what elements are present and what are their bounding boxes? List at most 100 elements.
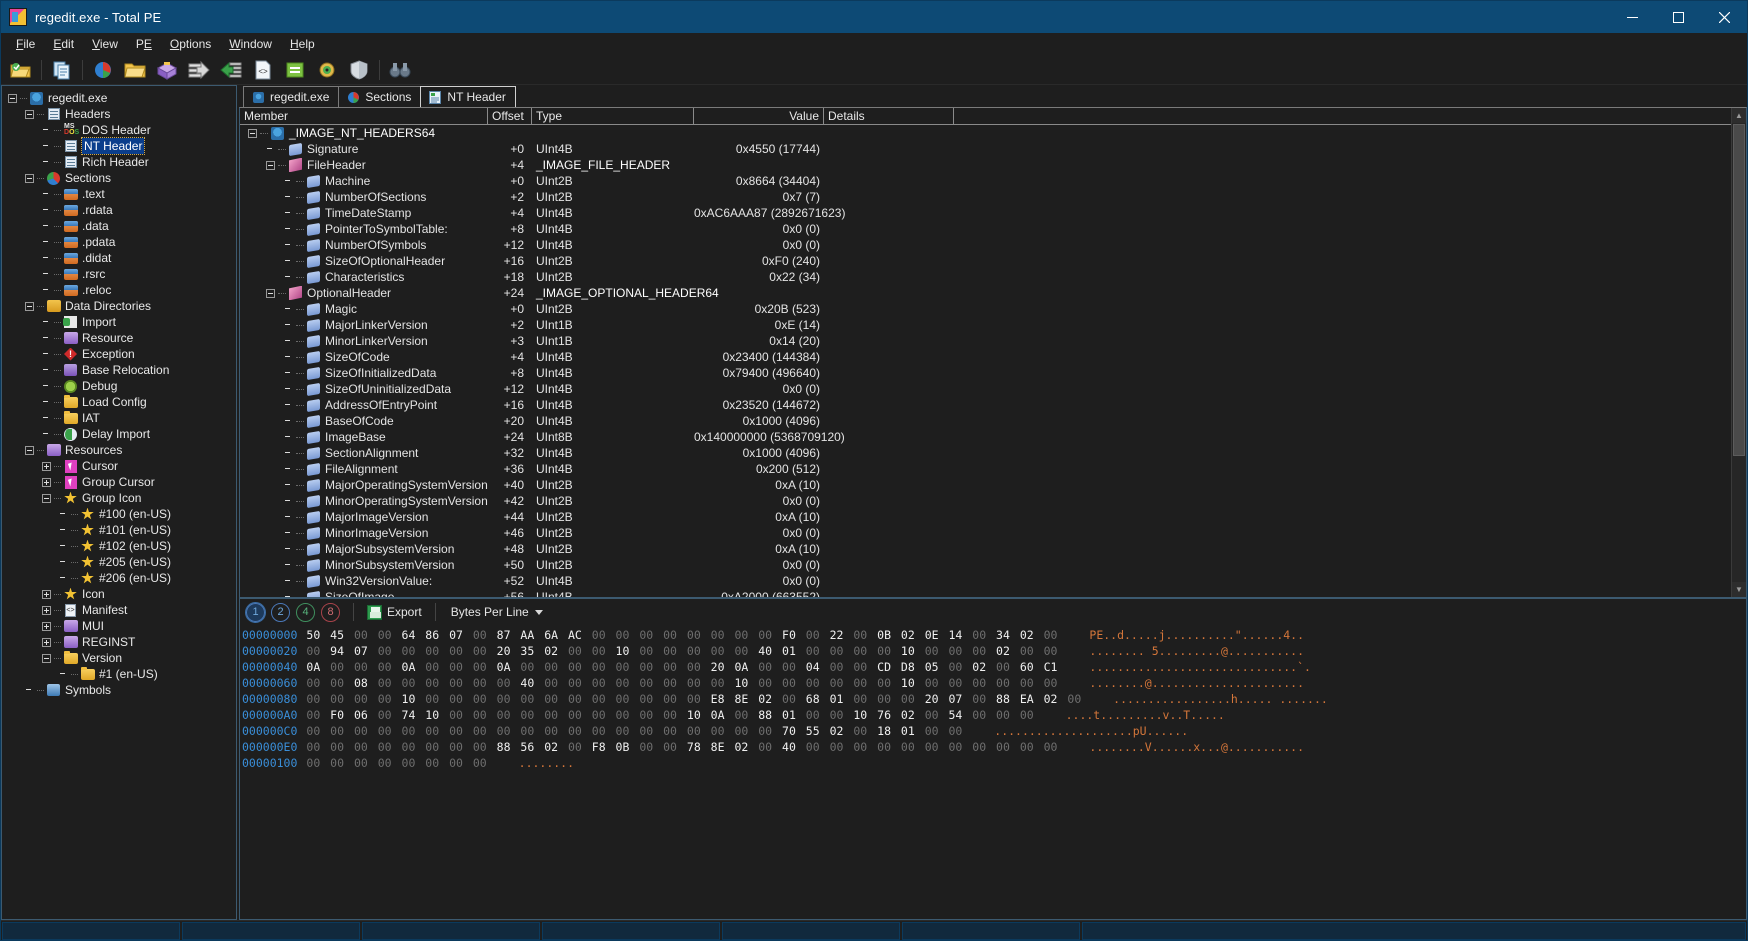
table-row[interactable]: SizeOfCode +4 UInt4B 0x23400 (144384) — [240, 349, 1746, 365]
tree-item[interactable]: .reloc — [8, 282, 236, 298]
table-row[interactable]: AddressOfEntryPoint +16 UInt4B 0x23520 (144… — [240, 397, 1746, 413]
code-file-icon[interactable]: <> — [250, 57, 276, 83]
bytes-group-4-button[interactable]: 4 — [296, 602, 315, 622]
tree-collapse-icon[interactable] — [25, 301, 34, 311]
tab-sections[interactable]: Sections — [338, 86, 422, 107]
import-arrow-icon[interactable] — [218, 57, 244, 83]
table-row[interactable]: MinorOperatingSystemVersion +42 UInt2B 0x0 … — [240, 493, 1746, 509]
column-header-offset[interactable]: Offset — [488, 108, 532, 124]
tree-item[interactable]: Headers — [8, 106, 236, 122]
table-row[interactable]: SizeOfImage +56 UInt4B 0xA2000 (663552) — [240, 589, 1746, 597]
tree-item[interactable]: #101 (en-US) — [8, 522, 236, 538]
tree-item[interactable]: Base Relocation — [8, 362, 236, 378]
export-button[interactable]: Export — [363, 603, 426, 622]
tree-item[interactable]: Import — [8, 314, 236, 330]
tree-collapse-icon[interactable] — [25, 445, 34, 455]
bytes-group-1-button[interactable]: 1 — [245, 601, 266, 623]
export-arrows-icon[interactable] — [186, 57, 212, 83]
tree-item[interactable]: #205 (en-US) — [8, 554, 236, 570]
tree-item[interactable]: Data Directories — [8, 298, 236, 314]
green-list-icon[interactable] — [282, 57, 308, 83]
table-row[interactable]: NumberOfSections +2 UInt2B 0x7 (7) — [240, 189, 1746, 205]
hex-dump[interactable]: 00000000 50 45 00 00 64 86 07 00 87 AA 6A… — [240, 625, 1746, 919]
table-row[interactable]: BaseOfCode +20 UInt4B 0x1000 (4096) — [240, 413, 1746, 429]
tree-item[interactable]: Version — [8, 650, 236, 666]
bytes-group-8-button[interactable]: 8 — [321, 602, 340, 622]
scroll-down-arrow[interactable]: ▼ — [1732, 582, 1746, 597]
tree-collapse-icon[interactable] — [42, 653, 51, 663]
binoculars-icon[interactable] — [387, 57, 413, 83]
tree-item[interactable]: Group Cursor — [8, 474, 236, 490]
table-row[interactable]: MajorSubsystemVersion +48 UInt2B 0xA (10) — [240, 541, 1746, 557]
scrollbar-thumb[interactable] — [1733, 124, 1745, 456]
tree-item[interactable]: .text — [8, 186, 236, 202]
menu-pe[interactable]: PE — [127, 34, 161, 54]
maximize-button[interactable] — [1655, 1, 1701, 33]
table-row[interactable]: TimeDateStamp +4 UInt4B 0xAC6AAA87 (2892671… — [240, 205, 1746, 221]
table-row[interactable]: NumberOfSymbols +12 UInt4B 0x0 (0) — [240, 237, 1746, 253]
table-row[interactable]: Win32VersionValue: +52 UInt4B 0x0 (0) — [240, 573, 1746, 589]
tree-item[interactable]: Group Icon — [8, 490, 236, 506]
tree-item[interactable]: Cursor — [8, 458, 236, 474]
open-folder-green-icon[interactable] — [8, 57, 34, 83]
tree-expand-icon[interactable] — [42, 589, 51, 599]
table-row[interactable]: PointerToSymbolTable: +8 UInt4B 0x0 (0) — [240, 221, 1746, 237]
table-row[interactable]: MinorLinkerVersion +3 UInt1B 0x14 (20) — [240, 333, 1746, 349]
menu-edit[interactable]: Edit — [44, 34, 83, 54]
tree-item[interactable]: MS DOS DOS Header — [8, 122, 236, 138]
folder-icon[interactable] — [122, 57, 148, 83]
tree-collapse-icon[interactable] — [25, 109, 34, 119]
tree-collapse-icon[interactable] — [8, 93, 17, 103]
tab-regedit-exe[interactable]: regedit.exe — [243, 86, 340, 107]
menu-help[interactable]: Help — [281, 34, 324, 54]
tree-item[interactable]: Resource — [8, 330, 236, 346]
tree-item[interactable]: IAT — [8, 410, 236, 426]
tree-item[interactable]: .didat — [8, 250, 236, 266]
tree-item[interactable]: #100 (en-US) — [8, 506, 236, 522]
table-row[interactable]: FileHeader +4 _IMAGE_FILE_HEADER — [240, 157, 1746, 173]
table-row[interactable]: SizeOfUninitializedData +12 UInt4B 0x0 (0) — [240, 381, 1746, 397]
column-header-member[interactable]: Member — [240, 108, 488, 124]
tree-expand-icon[interactable] — [42, 477, 51, 487]
table-row[interactable]: SizeOfOptionalHeader +16 UInt2B 0xF0 (240) — [240, 253, 1746, 269]
tree-item[interactable]: <> Manifest — [8, 602, 236, 618]
tree-item[interactable]: #206 (en-US) — [8, 570, 236, 586]
tree-collapse-icon[interactable] — [42, 493, 51, 503]
pie-chart-icon[interactable] — [90, 57, 116, 83]
table-row[interactable]: MajorLinkerVersion +2 UInt1B 0xE (14) — [240, 317, 1746, 333]
tree-item[interactable]: Debug — [8, 378, 236, 394]
tree-collapse-icon[interactable] — [25, 173, 34, 183]
table-row[interactable]: Magic +0 UInt2B 0x20B (523) — [240, 301, 1746, 317]
table-row[interactable]: Signature +0 UInt4B 0x4550 (17744) — [240, 141, 1746, 157]
menu-options[interactable]: Options — [161, 34, 220, 54]
tree-expand-icon[interactable] — [42, 461, 51, 471]
table-row[interactable]: SectionAlignment +32 UInt4B 0x1000 (4096) — [240, 445, 1746, 461]
scroll-up-arrow[interactable]: ▲ — [1732, 108, 1746, 123]
menu-view[interactable]: View — [83, 34, 127, 54]
tree-item[interactable]: Delay Import — [8, 426, 236, 442]
tree-item[interactable]: .data — [8, 218, 236, 234]
menu-file[interactable]: File — [7, 34, 44, 54]
bytes-group-2-button[interactable]: 2 — [271, 602, 290, 622]
tree-expand-icon[interactable] — [42, 637, 51, 647]
bytes-per-line-dropdown[interactable]: Bytes Per Line — [445, 603, 549, 621]
tree-item[interactable]: .rsrc — [8, 266, 236, 282]
row-collapse-icon[interactable] — [266, 288, 275, 298]
table-row[interactable]: OptionalHeader +24 _IMAGE_OPTIONAL_HEADER6… — [240, 285, 1746, 301]
tree-expand-icon[interactable] — [42, 621, 51, 631]
menu-window[interactable]: Window — [220, 34, 281, 54]
table-row[interactable]: MajorOperatingSystemVersion +40 UInt2B 0xA … — [240, 477, 1746, 493]
tree-item[interactable]: Rich Header — [8, 154, 236, 170]
tree-item[interactable]: Symbols — [8, 682, 236, 698]
tree-item[interactable]: Load Config — [8, 394, 236, 410]
table-row[interactable]: Characteristics +18 UInt2B 0x22 (34) — [240, 269, 1746, 285]
table-row[interactable]: Machine +0 UInt2B 0x8664 (34404) — [240, 173, 1746, 189]
tree-item[interactable]: .rdata — [8, 202, 236, 218]
table-row[interactable]: MinorImageVersion +46 UInt2B 0x0 (0) — [240, 525, 1746, 541]
table-row[interactable]: ImageBase +24 UInt8B 0x140000000 (536870912… — [240, 429, 1746, 445]
table-row[interactable]: MajorImageVersion +44 UInt2B 0xA (10) — [240, 509, 1746, 525]
tree-item[interactable]: Sections — [8, 170, 236, 186]
tree-item[interactable]: MUI — [8, 618, 236, 634]
column-header-details[interactable]: Details — [824, 108, 954, 124]
resources-box-icon[interactable] — [154, 57, 180, 83]
